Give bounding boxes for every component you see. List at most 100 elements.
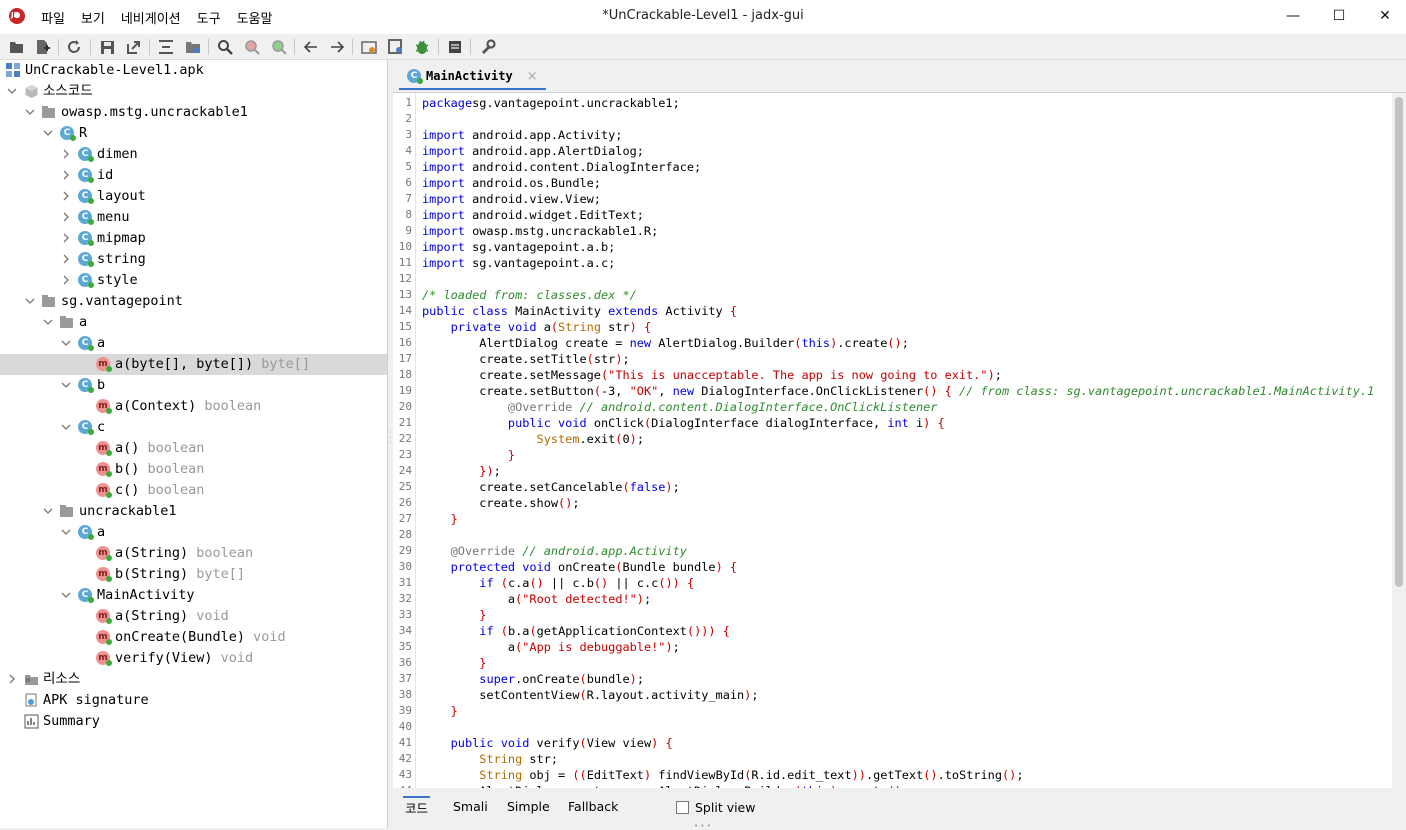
chevron-right-icon[interactable] — [60, 186, 72, 207]
chevron-down-icon[interactable] — [24, 102, 36, 123]
chevron-down-icon[interactable] — [42, 312, 54, 333]
class-icon: C — [78, 336, 94, 351]
chevron-right-icon[interactable] — [6, 669, 18, 690]
tab-simple[interactable]: Simple — [505, 796, 552, 818]
menu-help[interactable]: 도움말 — [229, 7, 281, 28]
export-icon[interactable] — [124, 38, 142, 56]
tree-row-label: R — [79, 125, 88, 141]
forward-icon[interactable] — [328, 38, 346, 56]
tree-row[interactable]: m b(String) byte[] — [0, 564, 387, 585]
resize-grip[interactable]: • • • — [694, 822, 711, 830]
tree-row[interactable]: 리소스 — [0, 669, 387, 690]
tree-row[interactable]: Cid — [0, 165, 387, 186]
split-view-toggle[interactable]: Split view — [676, 796, 755, 818]
tab-label: MainActivity — [426, 69, 513, 83]
tree-row[interactable]: Clayout — [0, 186, 387, 207]
tab-fallback[interactable]: Fallback — [566, 796, 620, 818]
tree-row[interactable]: 소스코드 — [0, 81, 387, 102]
minimize-button[interactable]: — — [1270, 0, 1316, 32]
close-button[interactable]: ✕ — [1362, 0, 1406, 32]
code-line: public void onClick(DialogInterface dial… — [507, 416, 945, 430]
scrollbar-thumb[interactable] — [1395, 97, 1403, 587]
tree-row[interactable]: UnCrackable-Level1.apk — [0, 60, 387, 81]
add-files-icon[interactable] — [34, 38, 52, 56]
deobfuscation-icon[interactable] — [387, 38, 405, 56]
chevron-down-icon[interactable] — [60, 333, 72, 354]
chevron-right-icon[interactable] — [60, 144, 72, 165]
chevron-right-icon[interactable] — [60, 270, 72, 291]
tree-row[interactable]: m onCreate(Bundle) void — [0, 627, 387, 648]
line-number: 21 — [398, 416, 412, 429]
tree-row[interactable]: Cc — [0, 417, 387, 438]
tree-row[interactable]: sg.vantagepoint — [0, 291, 387, 312]
tree-row[interactable]: m a(byte[], byte[]) byte[] — [0, 354, 387, 375]
tree-row[interactable]: m a(String) boolean — [0, 543, 387, 564]
chevron-down-icon[interactable] — [60, 417, 72, 438]
chevron-right-icon[interactable] — [60, 207, 72, 228]
tree-row[interactable]: C MainActivity — [0, 585, 387, 606]
chevron-right-icon[interactable] — [60, 249, 72, 270]
chevron-down-icon[interactable] — [60, 375, 72, 396]
log-viewer-icon[interactable] — [446, 38, 464, 56]
chevron-right-icon[interactable] — [60, 165, 72, 186]
tree-row[interactable]: uncrackable1 — [0, 501, 387, 522]
menu-navigation[interactable]: 네비게이션 — [113, 7, 189, 28]
tree-row[interactable]: m a(String) void — [0, 606, 387, 627]
tree-row[interactable]: Cb — [0, 375, 387, 396]
tree-row[interactable]: Ca — [0, 522, 387, 543]
line-number: 41 — [398, 736, 412, 749]
chevron-down-icon[interactable] — [24, 291, 36, 312]
tab-close-icon[interactable]: × — [527, 69, 538, 84]
code-area[interactable]: 1 2 3 4 5 6 7 8 9 10 11 12 13 14 15 16 17 18 19 20 21 22 23 24 2… — [393, 92, 1406, 788]
chevron-down-icon[interactable] — [42, 123, 54, 144]
certificate-icon — [24, 693, 39, 708]
code-line: } — [450, 704, 458, 718]
preferences-icon[interactable] — [479, 38, 497, 56]
tree-row[interactable]: owasp.mstg.uncrackable1 — [0, 102, 387, 123]
quark-icon[interactable] — [360, 38, 378, 56]
menu-file[interactable]: 파일 — [33, 7, 73, 28]
menu-view[interactable]: 보기 — [73, 7, 113, 28]
vertical-scrollbar[interactable] — [1392, 93, 1406, 788]
tree-row[interactable]: Cstyle — [0, 270, 387, 291]
find-class-icon[interactable] — [243, 38, 261, 56]
save-all-icon[interactable] — [98, 38, 116, 56]
code-line: import android.app.AlertDialog; — [422, 144, 644, 158]
tree-row[interactable]: m a() boolean — [0, 438, 387, 459]
tab-mainactivity[interactable]: C MainActivity × — [399, 64, 546, 90]
search-icon[interactable] — [216, 38, 234, 56]
tree-row[interactable]: a — [0, 312, 387, 333]
menu-tools[interactable]: 도구 — [189, 7, 229, 28]
maximize-button[interactable]: ☐ — [1316, 0, 1362, 32]
debugger-icon[interactable] — [413, 38, 431, 56]
chevron-right-icon[interactable] — [60, 228, 72, 249]
chevron-down-icon[interactable] — [60, 585, 72, 606]
tree-row[interactable]: m c() boolean — [0, 480, 387, 501]
chevron-down-icon[interactable] — [60, 522, 72, 543]
tree-row[interactable]: m verify(View) void — [0, 648, 387, 669]
tree-row[interactable]: Cdimen — [0, 144, 387, 165]
tree-row-label: onCreate(Bundle) void — [115, 629, 286, 645]
line-number: 31 — [398, 576, 412, 589]
tree-row[interactable]: CR — [0, 123, 387, 144]
chevron-down-icon[interactable] — [42, 501, 54, 522]
reload-icon[interactable] — [65, 38, 83, 56]
tree-row[interactable]: Cstring — [0, 249, 387, 270]
flatten-packages-icon[interactable] — [184, 38, 202, 56]
tree-row[interactable]: m a(Context) boolean — [0, 396, 387, 417]
tree-row[interactable]: Summary — [0, 711, 387, 732]
open-file-icon[interactable] — [8, 38, 26, 56]
tree-row[interactable]: APK signature — [0, 690, 387, 711]
chevron-down-icon[interactable] — [6, 81, 18, 102]
back-icon[interactable] — [302, 38, 320, 56]
sync-tree-icon[interactable] — [157, 38, 175, 56]
find-usage-icon[interactable] — [270, 38, 288, 56]
tree-row[interactable]: Ca — [0, 333, 387, 354]
code-line: } — [507, 448, 516, 462]
tree-row[interactable]: Cmenu — [0, 207, 387, 228]
tab-smali[interactable]: Smali — [451, 796, 490, 818]
tree-row[interactable]: Cmipmap — [0, 228, 387, 249]
split-view-checkbox[interactable] — [676, 800, 689, 814]
tree-row[interactable]: m b() boolean — [0, 459, 387, 480]
tab-code[interactable]: 코드 — [403, 796, 431, 818]
